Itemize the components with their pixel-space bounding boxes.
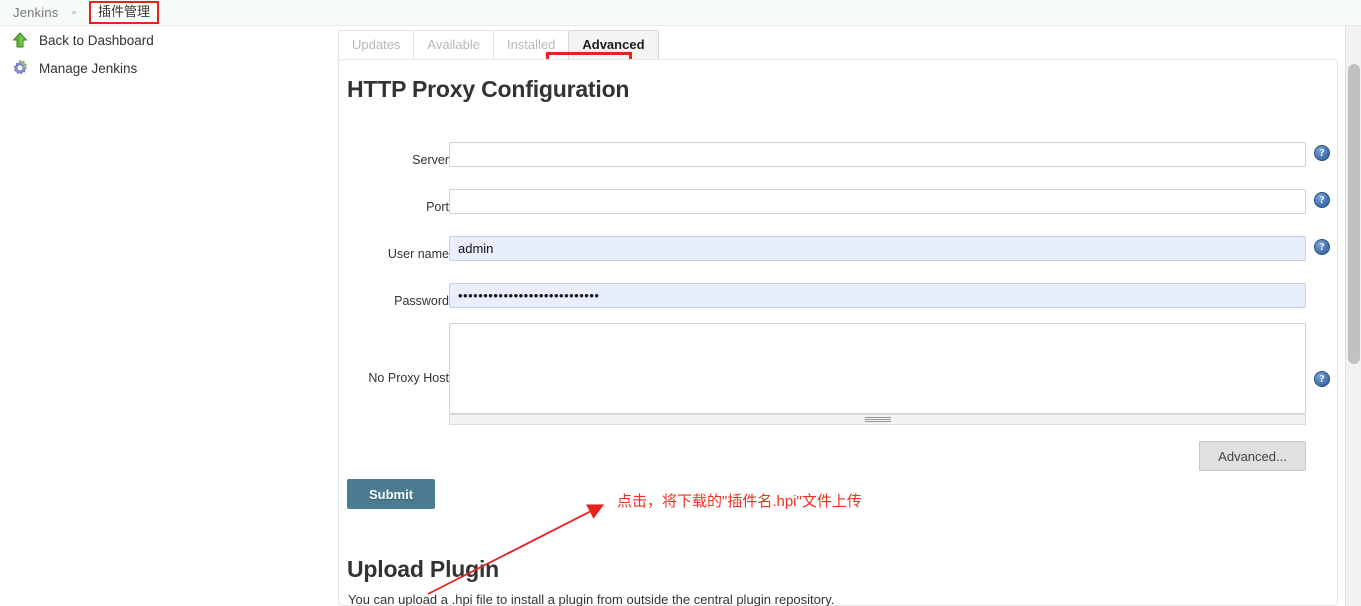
breadcrumb-root[interactable]: Jenkins — [13, 5, 58, 20]
up-arrow-icon — [11, 31, 29, 49]
sidebar: Back to Dashboard Manage Jenkins — [0, 26, 330, 606]
page-title: HTTP Proxy Configuration — [347, 76, 630, 102]
server-label: Server — [412, 153, 449, 167]
advanced-panel: HTTP Proxy Configuration Server ? Port ?… — [338, 59, 1338, 606]
resize-grip-icon[interactable] — [865, 417, 891, 422]
jenkins-plugin-manager-screen: Jenkins ▸ 插件管理 Back to Dashboard Manage … — [0, 0, 1361, 606]
tab-updates[interactable]: Updates — [338, 30, 415, 60]
password-input[interactable] — [449, 283, 1306, 308]
password-label: Password — [394, 294, 449, 308]
upload-plugin-description: You can upload a .hpi file to install a … — [348, 592, 835, 606]
help-icon[interactable]: ? — [1314, 239, 1330, 255]
port-input[interactable] — [449, 189, 1306, 214]
no-proxy-host-label: No Proxy Host — [368, 371, 449, 385]
main-content: Updates Available Installed Advanced HTT… — [330, 26, 1343, 606]
sidebar-item-manage-jenkins[interactable]: Manage Jenkins — [0, 54, 330, 82]
server-input[interactable] — [449, 142, 1306, 167]
no-proxy-host-textarea[interactable] — [449, 323, 1306, 414]
submit-button[interactable]: Submit — [347, 479, 435, 509]
annotation-upload-hint: 点击，将下载的"插件名.hpi"文件上传 — [617, 493, 862, 510]
plugin-manager-tabs: Updates Available Installed Advanced — [338, 30, 659, 60]
breadcrumb: Jenkins ▸ 插件管理 — [0, 0, 1361, 26]
sidebar-item-label: Back to Dashboard — [39, 32, 154, 48]
textarea-resize-strip[interactable] — [449, 414, 1306, 425]
gear-icon — [11, 59, 29, 77]
help-icon[interactable]: ? — [1314, 192, 1330, 208]
breadcrumb-current-page[interactable]: 插件管理 — [89, 1, 160, 24]
page-scrollbar[interactable] — [1345, 26, 1361, 606]
upload-plugin-title: Upload Plugin — [347, 556, 499, 582]
username-input[interactable] — [449, 236, 1306, 261]
tab-advanced[interactable]: Advanced — [568, 30, 659, 60]
advanced-button[interactable]: Advanced... — [1199, 441, 1306, 471]
page-scrollbar-thumb[interactable] — [1348, 64, 1360, 364]
help-icon[interactable]: ? — [1314, 145, 1330, 161]
help-icon[interactable]: ? — [1314, 371, 1330, 387]
tab-available[interactable]: Available — [413, 30, 494, 60]
tab-installed[interactable]: Installed — [492, 30, 570, 60]
sidebar-item-back-to-dashboard[interactable]: Back to Dashboard — [0, 26, 330, 54]
port-label: Port — [426, 200, 449, 214]
username-label: User name — [387, 247, 449, 261]
breadcrumb-separator-icon: ▸ — [72, 7, 78, 17]
sidebar-item-label: Manage Jenkins — [39, 60, 138, 76]
